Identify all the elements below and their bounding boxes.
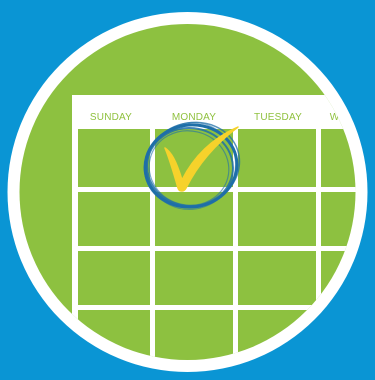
column-divider: [150, 129, 155, 360]
calendar-illustration: SUNDAY MONDAY TUESDAY WE: [0, 0, 375, 380]
row-divider: [72, 246, 356, 251]
calendar-illustration-svg: SUNDAY MONDAY TUESDAY WE: [0, 0, 375, 380]
day-label-monday: MONDAY: [172, 112, 216, 123]
day-label-tuesday: TUESDAY: [254, 112, 302, 123]
day-label-sunday: SUNDAY: [90, 112, 132, 123]
